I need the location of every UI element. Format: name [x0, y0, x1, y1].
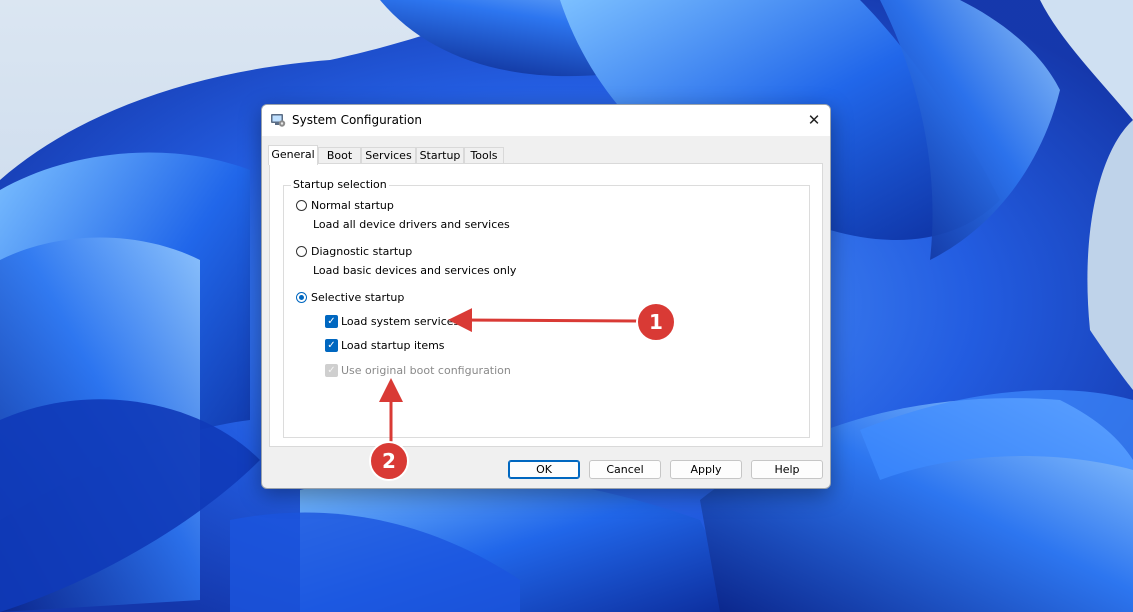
selective-startup-label[interactable]: Selective startup	[311, 291, 404, 304]
load-startup-items-label[interactable]: Load startup items	[341, 339, 445, 352]
load-startup-items-checkbox[interactable]: ✓	[325, 339, 338, 352]
checkmark-icon: ✓	[327, 340, 336, 351]
close-icon: ✕	[807, 111, 821, 129]
tab-services[interactable]: Services	[361, 147, 416, 164]
diagnostic-startup-label[interactable]: Diagnostic startup	[311, 245, 412, 258]
use-original-boot-config-checkbox: ✓	[325, 364, 338, 377]
normal-startup-radio[interactable]	[296, 200, 307, 211]
tab-startup[interactable]: Startup	[416, 147, 464, 164]
ok-button[interactable]: OK	[508, 460, 580, 479]
diagnostic-startup-radio[interactable]	[296, 246, 307, 257]
tab-general[interactable]: General	[268, 145, 318, 165]
general-tab-panel: Startup selection Normal startup Load al…	[269, 163, 823, 447]
tab-boot[interactable]: Boot	[318, 147, 361, 164]
close-button[interactable]: ✕	[798, 105, 830, 136]
normal-startup-label[interactable]: Normal startup	[311, 199, 394, 212]
system-configuration-icon	[271, 114, 286, 127]
group-label: Startup selection	[291, 178, 389, 191]
normal-startup-description: Load all device drivers and services	[313, 218, 510, 231]
checkmark-icon: ✓	[327, 316, 336, 327]
load-system-services-label[interactable]: Load system services	[341, 315, 459, 328]
selective-startup-radio[interactable]	[296, 292, 307, 303]
title-bar[interactable]: System Configuration ✕	[262, 105, 830, 136]
window-title: System Configuration	[292, 113, 422, 127]
tab-tools[interactable]: Tools	[464, 147, 504, 164]
use-original-boot-config-label: Use original boot configuration	[341, 364, 511, 377]
startup-selection-group: Startup selection Normal startup Load al…	[283, 178, 810, 438]
load-system-services-checkbox[interactable]: ✓	[325, 315, 338, 328]
apply-button[interactable]: Apply	[670, 460, 742, 479]
system-configuration-dialog: System Configuration ✕ General Boot Serv…	[261, 104, 831, 489]
cancel-button[interactable]: Cancel	[589, 460, 661, 479]
diagnostic-startup-description: Load basic devices and services only	[313, 264, 517, 277]
checkmark-icon: ✓	[327, 365, 336, 376]
help-button[interactable]: Help	[751, 460, 823, 479]
